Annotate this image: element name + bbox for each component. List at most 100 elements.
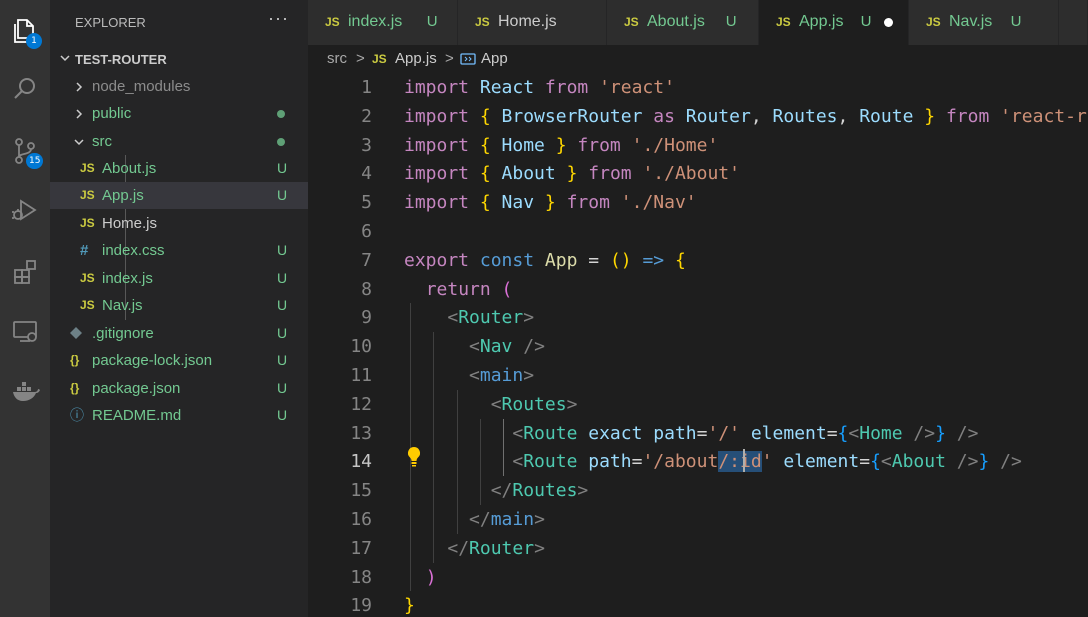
tab-home-js[interactable]: JS Home.js	[458, 0, 607, 45]
breadcrumb-symbol[interactable]: App	[481, 50, 508, 67]
code-line: import React from 'react'	[404, 77, 675, 98]
tab-about-js[interactable]: JS About.js U	[607, 0, 759, 45]
code-line: <Route path='/about/:id' element={<About…	[512, 451, 1022, 473]
workspace-root-label: TEST-ROUTER	[75, 52, 167, 67]
explorer-header: EXPLORER ···	[50, 0, 308, 45]
tree-file[interactable]: # index.css U	[50, 237, 308, 264]
js-file-icon: JS	[372, 52, 387, 66]
explorer-sidebar: EXPLORER ··· TEST-ROUTER node_modulespub…	[50, 0, 308, 617]
explorer-badge: 1	[26, 33, 42, 49]
code-line: import { BrowserRouter as Router, Routes…	[404, 105, 1088, 127]
line-number: 16	[350, 509, 372, 530]
tree-folder[interactable]: public	[50, 100, 308, 127]
tree-folder[interactable]: src	[50, 128, 308, 155]
js-file-icon: JS	[80, 216, 95, 230]
line-number: 11	[350, 365, 372, 386]
git-status-untracked: U	[1010, 13, 1022, 30]
js-file-icon: JS	[80, 161, 95, 175]
code-line: )	[425, 566, 437, 588]
git-status-untracked: U	[277, 297, 288, 313]
docker-icon	[13, 382, 40, 401]
git-status-untracked: U	[860, 13, 872, 30]
workspace-root[interactable]: TEST-ROUTER	[50, 47, 308, 73]
tree-item-label: Nav.js	[102, 297, 143, 314]
git-status-untracked: U	[277, 187, 288, 203]
code-line: <Route exact path='/' element={<Home />}…	[512, 422, 979, 444]
tree-item-label: .gitignore	[92, 325, 154, 342]
tree-file[interactable]: {} package-lock.json U	[50, 347, 308, 374]
breadcrumb-folder[interactable]: src	[327, 50, 347, 67]
line-number: 17	[350, 537, 372, 559]
line-number: 4	[361, 163, 372, 185]
tab-index-js[interactable]: JS index.js U	[308, 0, 458, 45]
git-file-icon	[70, 320, 82, 349]
breadcrumb: src > JS App.js > App	[308, 45, 1088, 73]
breadcrumb-file[interactable]: App.js	[395, 50, 437, 67]
tree-folder[interactable]: node_modules	[50, 73, 308, 100]
tree-item-label: public	[92, 105, 132, 122]
tree-file[interactable]: JS Home.js	[50, 210, 308, 237]
code-line: }	[404, 595, 415, 617]
docker-button[interactable]	[0, 366, 50, 414]
line-number: 7	[361, 249, 372, 271]
code-editor[interactable]: 1 import React from 'react' 2 import { Brow…	[308, 73, 1088, 617]
git-status-untracked: U	[725, 13, 737, 30]
tree-file[interactable]: .gitignore U	[50, 320, 308, 347]
run-debug-icon	[12, 199, 37, 221]
tree-file[interactable]: JS index.js U	[50, 265, 308, 292]
line-number: 12	[350, 393, 372, 415]
breadcrumb-separator: >	[445, 50, 454, 67]
line-number: 19	[350, 595, 372, 617]
git-status-untracked: U	[277, 160, 288, 176]
code-line: import { About } from './About'	[404, 163, 740, 185]
js-file-icon: JS	[325, 15, 340, 29]
line-number: 2	[361, 105, 372, 127]
tree-item-label: node_modules	[92, 78, 191, 95]
source-control-button[interactable]	[0, 127, 50, 175]
git-status-untracked: U	[426, 13, 438, 30]
js-file-icon: JS	[80, 298, 95, 312]
md-file-icon: ⓘ	[70, 407, 84, 423]
tree-file[interactable]: ⓘ README.md U	[50, 402, 308, 429]
git-status-untracked: U	[277, 242, 288, 258]
line-number: 15	[350, 480, 372, 502]
tree-item-label: index.css	[102, 242, 165, 259]
search-button[interactable]	[0, 65, 50, 113]
chevron-down-icon	[74, 139, 84, 146]
tab-app-js[interactable]: JS App.js U	[759, 0, 909, 45]
code-line: <main>	[469, 365, 535, 386]
line-number: 9	[361, 307, 372, 329]
git-status-untracked: U	[277, 270, 288, 286]
tree-file[interactable]: JS About.js U	[50, 155, 308, 182]
tree-file[interactable]: {} package.json U	[50, 375, 308, 402]
tree-item-label: About.js	[102, 160, 157, 177]
line-number: 1	[361, 77, 372, 98]
code-line: </Router>	[447, 537, 545, 559]
extensions-button[interactable]	[0, 248, 50, 296]
unsaved-dot-icon[interactable]	[884, 18, 893, 27]
json-file-icon: {}	[70, 353, 80, 367]
more-actions-button[interactable]: ···	[268, 8, 289, 29]
tree-item-label: package-lock.json	[92, 352, 213, 369]
explorer-title: EXPLORER	[75, 15, 146, 30]
js-file-icon: JS	[926, 15, 941, 29]
run-debug-button[interactable]	[0, 186, 50, 234]
tab-label: Nav.js	[949, 13, 993, 30]
tree-file[interactable]: JS App.js U	[50, 182, 308, 209]
json-file-icon: {}	[70, 381, 80, 395]
tab-overflow[interactable]	[1059, 0, 1088, 45]
tree-item-label: Home.js	[102, 215, 158, 232]
explorer-button[interactable]	[0, 7, 50, 55]
remote-explorer-button[interactable]	[0, 307, 50, 355]
lightbulb-icon[interactable]	[406, 446, 422, 468]
tab-nav-js[interactable]: JS Nav.js U	[909, 0, 1059, 45]
code-line: <Routes>	[490, 393, 578, 415]
editor-tabs: JS index.js U JS Home.js JS About.js U JS App.js U…	[308, 0, 1088, 45]
tree-file[interactable]: JS Nav.js U	[50, 292, 308, 319]
breadcrumb-separator: >	[356, 50, 365, 67]
tab-label: App.js	[799, 13, 844, 30]
code-line: </Routes>	[490, 480, 589, 502]
code-line: </main>	[469, 509, 545, 530]
activity-bar: 1 15	[0, 0, 50, 617]
tree-item-label: index.js	[102, 270, 153, 287]
